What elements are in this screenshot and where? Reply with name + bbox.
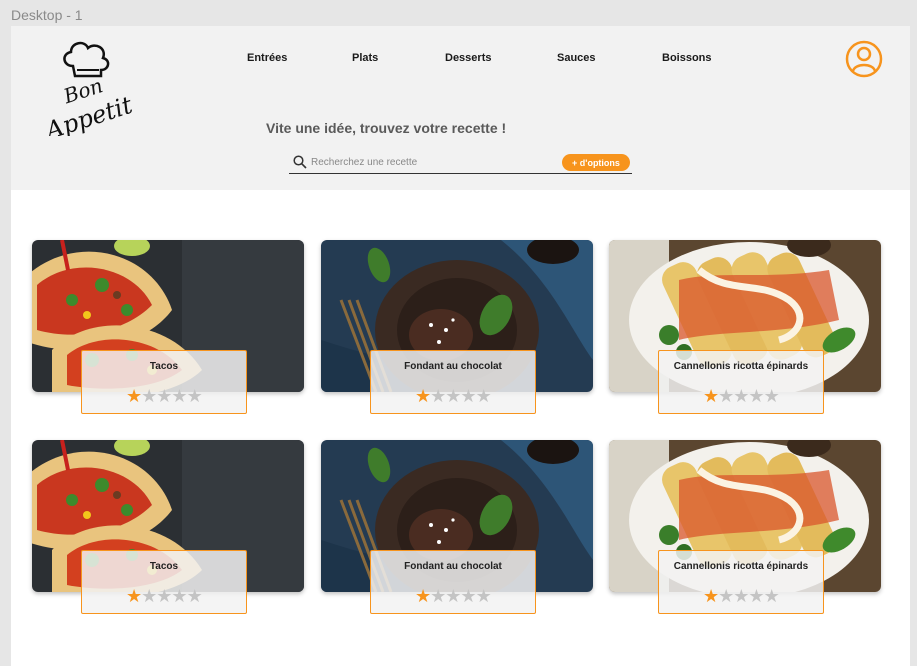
user-account-icon[interactable] — [845, 40, 883, 78]
frame-label: Desktop - 1 — [11, 7, 83, 23]
star-empty-icon[interactable]: ★ — [445, 387, 461, 405]
recipe-title: Fondant au chocolat — [404, 361, 502, 372]
header: Bon Appetit Entrées Plats Desserts Sauce… — [11, 26, 910, 190]
star-empty-icon[interactable]: ★ — [141, 587, 157, 605]
page-frame: Bon Appetit Entrées Plats Desserts Sauce… — [11, 26, 910, 666]
star-empty-icon[interactable]: ★ — [476, 387, 492, 405]
star-empty-icon[interactable]: ★ — [141, 387, 157, 405]
nav-item-sauces[interactable]: Sauces — [557, 52, 596, 64]
recipe-title: Tacos — [149, 561, 179, 572]
star-empty-icon[interactable]: ★ — [156, 387, 172, 405]
star-empty-icon[interactable]: ★ — [156, 587, 172, 605]
more-options-button[interactable]: + d'options — [562, 154, 630, 171]
recipe-title: Tacos — [149, 361, 179, 372]
recipe-label-box: Fondant au chocolat ★★★★★ — [370, 550, 536, 614]
star-empty-icon[interactable]: ★ — [171, 387, 187, 405]
tagline: Vite une idée, trouvez votre recette ! — [266, 120, 507, 136]
star-rating[interactable]: ★★★★★ — [126, 587, 203, 605]
star-rating[interactable]: ★★★★★ — [703, 387, 780, 405]
recipe-label-box: Tacos ★★★★★ — [81, 350, 247, 414]
star-rating[interactable]: ★★★★★ — [415, 587, 492, 605]
recipe-card[interactable]: Tacos ★★★★★ — [32, 440, 304, 614]
search-bar: + d'options — [289, 152, 632, 174]
recipe-label-box: Fondant au chocolat ★★★★★ — [370, 350, 536, 414]
star-empty-icon[interactable]: ★ — [445, 587, 461, 605]
recipe-label-box: Tacos ★★★★★ — [81, 550, 247, 614]
recipe-label-box: Cannellonis ricotta épinards ★★★★★ — [658, 550, 824, 614]
recipe-card[interactable]: Fondant au chocolat ★★★★★ — [321, 240, 593, 414]
recipe-card[interactable]: Fondant au chocolat ★★★★★ — [321, 440, 593, 614]
star-filled-icon[interactable]: ★ — [415, 587, 431, 605]
star-empty-icon[interactable]: ★ — [460, 387, 476, 405]
recipe-card[interactable]: Cannellonis ricotta épinards ★★★★★ — [609, 240, 881, 414]
nav-item-desserts[interactable]: Desserts — [445, 52, 491, 64]
star-empty-icon[interactable]: ★ — [764, 587, 780, 605]
recipe-title: Cannellonis ricotta épinards — [673, 561, 809, 572]
star-empty-icon[interactable]: ★ — [476, 587, 492, 605]
recipe-label-box: Cannellonis ricotta épinards ★★★★★ — [658, 350, 824, 414]
star-empty-icon[interactable]: ★ — [187, 387, 203, 405]
star-filled-icon[interactable]: ★ — [415, 387, 431, 405]
search-icon[interactable] — [293, 155, 307, 169]
recipe-title: Fondant au chocolat — [404, 561, 502, 572]
star-filled-icon[interactable]: ★ — [126, 587, 142, 605]
star-empty-icon[interactable]: ★ — [430, 387, 446, 405]
star-empty-icon[interactable]: ★ — [718, 387, 734, 405]
star-empty-icon[interactable]: ★ — [748, 587, 764, 605]
star-rating[interactable]: ★★★★★ — [703, 587, 780, 605]
star-rating[interactable]: ★★★★★ — [415, 387, 492, 405]
nav-item-plats[interactable]: Plats — [352, 52, 378, 64]
star-filled-icon[interactable]: ★ — [703, 387, 719, 405]
star-filled-icon[interactable]: ★ — [126, 387, 142, 405]
star-empty-icon[interactable]: ★ — [460, 587, 476, 605]
star-rating[interactable]: ★★★★★ — [126, 387, 203, 405]
logo[interactable]: Bon Appetit — [33, 36, 136, 146]
star-empty-icon[interactable]: ★ — [430, 587, 446, 605]
nav-item-entrees[interactable]: Entrées — [247, 52, 287, 64]
star-empty-icon[interactable]: ★ — [718, 587, 734, 605]
recipe-title: Cannellonis ricotta épinards — [673, 361, 809, 372]
star-empty-icon[interactable]: ★ — [171, 587, 187, 605]
star-empty-icon[interactable]: ★ — [764, 387, 780, 405]
star-filled-icon[interactable]: ★ — [703, 587, 719, 605]
star-empty-icon[interactable]: ★ — [733, 587, 749, 605]
star-empty-icon[interactable]: ★ — [733, 387, 749, 405]
star-empty-icon[interactable]: ★ — [187, 587, 203, 605]
recipe-card[interactable]: Cannellonis ricotta épinards ★★★★★ — [609, 440, 881, 614]
nav-item-boissons[interactable]: Boissons — [662, 52, 712, 64]
star-empty-icon[interactable]: ★ — [748, 387, 764, 405]
recipe-card[interactable]: Tacos ★★★★★ — [32, 240, 304, 414]
chef-hat-logo-icon: Bon Appetit — [40, 41, 136, 146]
search-input[interactable] — [311, 153, 551, 171]
